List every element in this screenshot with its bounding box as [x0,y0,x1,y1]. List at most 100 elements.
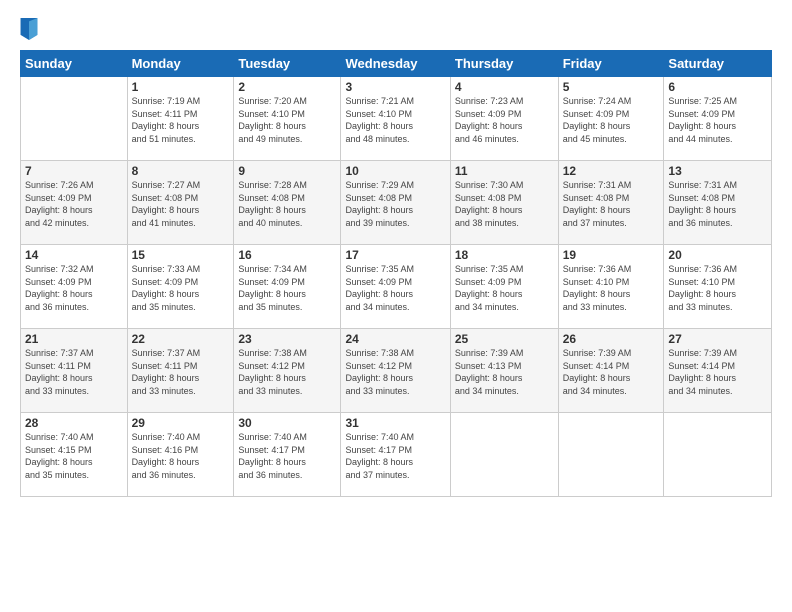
day-number: 28 [25,416,123,430]
day-number: 19 [563,248,660,262]
day-info: Sunrise: 7:33 AM Sunset: 4:09 PM Dayligh… [132,263,230,313]
day-info: Sunrise: 7:40 AM Sunset: 4:17 PM Dayligh… [345,431,445,481]
weekday-header-row: SundayMondayTuesdayWednesdayThursdayFrid… [21,51,772,77]
calendar-cell: 26Sunrise: 7:39 AM Sunset: 4:14 PM Dayli… [558,329,664,413]
logo [20,18,40,40]
day-info: Sunrise: 7:39 AM Sunset: 4:13 PM Dayligh… [455,347,554,397]
calendar-cell: 9Sunrise: 7:28 AM Sunset: 4:08 PM Daylig… [234,161,341,245]
calendar-cell: 20Sunrise: 7:36 AM Sunset: 4:10 PM Dayli… [664,245,772,329]
day-info: Sunrise: 7:39 AM Sunset: 4:14 PM Dayligh… [563,347,660,397]
calendar-cell: 27Sunrise: 7:39 AM Sunset: 4:14 PM Dayli… [664,329,772,413]
calendar-cell: 19Sunrise: 7:36 AM Sunset: 4:10 PM Dayli… [558,245,664,329]
day-info: Sunrise: 7:38 AM Sunset: 4:12 PM Dayligh… [238,347,336,397]
week-row-1: 1Sunrise: 7:19 AM Sunset: 4:11 PM Daylig… [21,77,772,161]
day-info: Sunrise: 7:34 AM Sunset: 4:09 PM Dayligh… [238,263,336,313]
calendar-cell: 3Sunrise: 7:21 AM Sunset: 4:10 PM Daylig… [341,77,450,161]
day-info: Sunrise: 7:30 AM Sunset: 4:08 PM Dayligh… [455,179,554,229]
calendar-cell: 13Sunrise: 7:31 AM Sunset: 4:08 PM Dayli… [664,161,772,245]
page: SundayMondayTuesdayWednesdayThursdayFrid… [0,0,792,612]
calendar-cell: 1Sunrise: 7:19 AM Sunset: 4:11 PM Daylig… [127,77,234,161]
day-info: Sunrise: 7:32 AM Sunset: 4:09 PM Dayligh… [25,263,123,313]
day-info: Sunrise: 7:40 AM Sunset: 4:17 PM Dayligh… [238,431,336,481]
day-number: 4 [455,80,554,94]
calendar-cell [450,413,558,497]
calendar-cell: 30Sunrise: 7:40 AM Sunset: 4:17 PM Dayli… [234,413,341,497]
calendar-cell: 23Sunrise: 7:38 AM Sunset: 4:12 PM Dayli… [234,329,341,413]
day-info: Sunrise: 7:35 AM Sunset: 4:09 PM Dayligh… [455,263,554,313]
day-number: 23 [238,332,336,346]
day-number: 6 [668,80,767,94]
calendar-cell [558,413,664,497]
day-info: Sunrise: 7:19 AM Sunset: 4:11 PM Dayligh… [132,95,230,145]
day-number: 18 [455,248,554,262]
day-info: Sunrise: 7:37 AM Sunset: 4:11 PM Dayligh… [25,347,123,397]
calendar-cell: 2Sunrise: 7:20 AM Sunset: 4:10 PM Daylig… [234,77,341,161]
week-row-4: 21Sunrise: 7:37 AM Sunset: 4:11 PM Dayli… [21,329,772,413]
day-number: 9 [238,164,336,178]
day-number: 20 [668,248,767,262]
calendar-cell: 25Sunrise: 7:39 AM Sunset: 4:13 PM Dayli… [450,329,558,413]
calendar-cell: 24Sunrise: 7:38 AM Sunset: 4:12 PM Dayli… [341,329,450,413]
day-number: 25 [455,332,554,346]
day-number: 16 [238,248,336,262]
week-row-3: 14Sunrise: 7:32 AM Sunset: 4:09 PM Dayli… [21,245,772,329]
day-info: Sunrise: 7:23 AM Sunset: 4:09 PM Dayligh… [455,95,554,145]
day-info: Sunrise: 7:38 AM Sunset: 4:12 PM Dayligh… [345,347,445,397]
week-row-5: 28Sunrise: 7:40 AM Sunset: 4:15 PM Dayli… [21,413,772,497]
logo-icon [20,18,38,40]
calendar-cell: 5Sunrise: 7:24 AM Sunset: 4:09 PM Daylig… [558,77,664,161]
weekday-header-wednesday: Wednesday [341,51,450,77]
day-number: 10 [345,164,445,178]
weekday-header-saturday: Saturday [664,51,772,77]
calendar-cell [664,413,772,497]
calendar-cell: 22Sunrise: 7:37 AM Sunset: 4:11 PM Dayli… [127,329,234,413]
weekday-header-thursday: Thursday [450,51,558,77]
weekday-header-monday: Monday [127,51,234,77]
calendar-cell: 4Sunrise: 7:23 AM Sunset: 4:09 PM Daylig… [450,77,558,161]
day-info: Sunrise: 7:40 AM Sunset: 4:15 PM Dayligh… [25,431,123,481]
day-info: Sunrise: 7:25 AM Sunset: 4:09 PM Dayligh… [668,95,767,145]
day-info: Sunrise: 7:28 AM Sunset: 4:08 PM Dayligh… [238,179,336,229]
day-info: Sunrise: 7:31 AM Sunset: 4:08 PM Dayligh… [668,179,767,229]
day-info: Sunrise: 7:31 AM Sunset: 4:08 PM Dayligh… [563,179,660,229]
calendar-cell: 10Sunrise: 7:29 AM Sunset: 4:08 PM Dayli… [341,161,450,245]
day-info: Sunrise: 7:21 AM Sunset: 4:10 PM Dayligh… [345,95,445,145]
calendar-cell: 6Sunrise: 7:25 AM Sunset: 4:09 PM Daylig… [664,77,772,161]
day-number: 27 [668,332,767,346]
week-row-2: 7Sunrise: 7:26 AM Sunset: 4:09 PM Daylig… [21,161,772,245]
calendar-cell: 12Sunrise: 7:31 AM Sunset: 4:08 PM Dayli… [558,161,664,245]
calendar-cell: 18Sunrise: 7:35 AM Sunset: 4:09 PM Dayli… [450,245,558,329]
day-info: Sunrise: 7:29 AM Sunset: 4:08 PM Dayligh… [345,179,445,229]
day-number: 7 [25,164,123,178]
day-number: 3 [345,80,445,94]
day-number: 22 [132,332,230,346]
day-number: 2 [238,80,336,94]
calendar-cell: 21Sunrise: 7:37 AM Sunset: 4:11 PM Dayli… [21,329,128,413]
day-number: 31 [345,416,445,430]
day-info: Sunrise: 7:36 AM Sunset: 4:10 PM Dayligh… [563,263,660,313]
calendar: SundayMondayTuesdayWednesdayThursdayFrid… [20,50,772,497]
day-number: 13 [668,164,767,178]
day-number: 1 [132,80,230,94]
weekday-header-sunday: Sunday [21,51,128,77]
day-number: 26 [563,332,660,346]
day-info: Sunrise: 7:27 AM Sunset: 4:08 PM Dayligh… [132,179,230,229]
weekday-header-friday: Friday [558,51,664,77]
calendar-cell: 8Sunrise: 7:27 AM Sunset: 4:08 PM Daylig… [127,161,234,245]
calendar-cell: 31Sunrise: 7:40 AM Sunset: 4:17 PM Dayli… [341,413,450,497]
day-info: Sunrise: 7:24 AM Sunset: 4:09 PM Dayligh… [563,95,660,145]
calendar-cell: 14Sunrise: 7:32 AM Sunset: 4:09 PM Dayli… [21,245,128,329]
day-info: Sunrise: 7:36 AM Sunset: 4:10 PM Dayligh… [668,263,767,313]
day-number: 29 [132,416,230,430]
day-info: Sunrise: 7:40 AM Sunset: 4:16 PM Dayligh… [132,431,230,481]
day-number: 5 [563,80,660,94]
calendar-cell: 7Sunrise: 7:26 AM Sunset: 4:09 PM Daylig… [21,161,128,245]
day-info: Sunrise: 7:26 AM Sunset: 4:09 PM Dayligh… [25,179,123,229]
day-number: 15 [132,248,230,262]
calendar-cell: 11Sunrise: 7:30 AM Sunset: 4:08 PM Dayli… [450,161,558,245]
day-number: 8 [132,164,230,178]
day-info: Sunrise: 7:39 AM Sunset: 4:14 PM Dayligh… [668,347,767,397]
day-number: 12 [563,164,660,178]
calendar-cell [21,77,128,161]
day-number: 14 [25,248,123,262]
